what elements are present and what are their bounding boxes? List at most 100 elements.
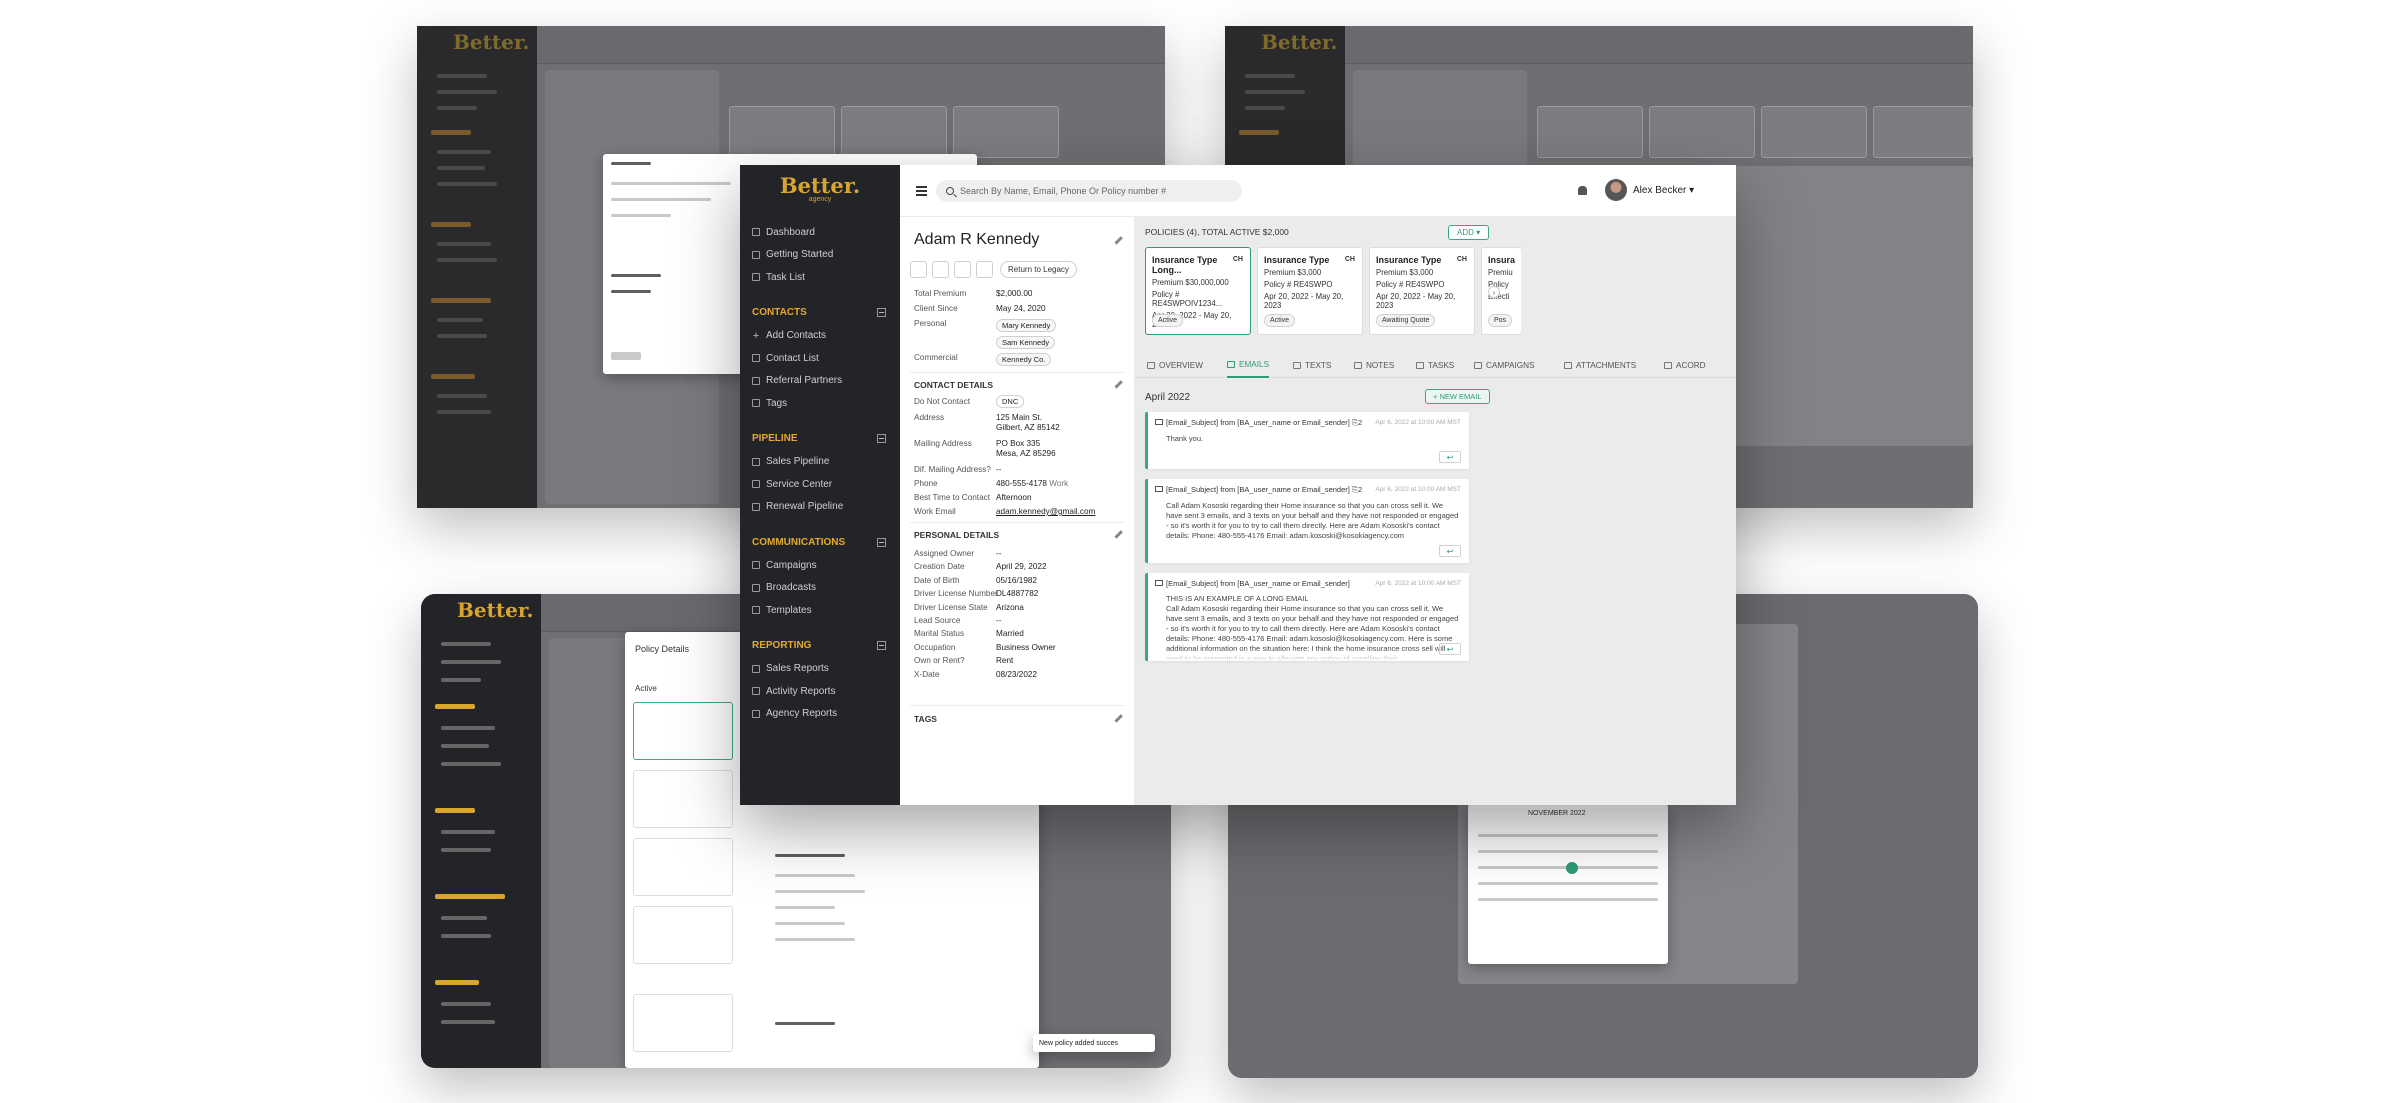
personal-pill[interactable]: Sam Kennedy: [996, 336, 1056, 349]
personal-detail-label: Driver License Number: [914, 589, 998, 599]
divider: [910, 372, 1124, 373]
notes-icon: [1354, 361, 1362, 369]
tab-acord[interactable]: ACORD: [1664, 352, 1706, 378]
contact-panel: Adam R Kennedy Return to Legacy Total Pr…: [900, 217, 1135, 805]
search-input[interactable]: Search By Name, Email, Phone Or Policy n…: [936, 180, 1242, 202]
check-button[interactable]: [976, 261, 993, 278]
edit-icon[interactable]: [1114, 236, 1123, 245]
sidebar-section-communications[interactable]: COMMUNICATIONS: [740, 530, 900, 554]
sidebar-item-getting-started[interactable]: Getting Started: [740, 244, 900, 267]
sidebar-item-dashboard[interactable]: Dashboard: [740, 221, 900, 244]
tags-title: TAGS: [914, 714, 937, 724]
avatar[interactable]: [1605, 179, 1627, 201]
month-heading: April 2022: [1145, 392, 1191, 403]
report-icon: [752, 687, 760, 696]
sidebar-section-contacts[interactable]: CONTACTS: [740, 301, 900, 325]
add-policy-button[interactable]: ADD ▾: [1448, 225, 1490, 240]
sidebar-section-reporting[interactable]: REPORTING: [740, 634, 900, 658]
personal-detail-label: Date of Birth: [914, 575, 960, 585]
edit-icon[interactable]: [1114, 380, 1123, 389]
policy-card[interactable]: Insurance Type CH Premium $3,000 Policy #…: [1369, 247, 1475, 335]
top-bar: Search By Name, Email, Phone Or Policy n…: [900, 165, 1736, 217]
collapse-icon[interactable]: [877, 641, 886, 650]
tab-campaigns[interactable]: CAMPAIGNS: [1474, 352, 1535, 378]
email-button[interactable]: [910, 261, 927, 278]
bell-icon[interactable]: [1578, 186, 1587, 195]
collapse-icon[interactable]: [877, 434, 886, 443]
edit-icon[interactable]: [1114, 530, 1123, 539]
sidebar-item-templates[interactable]: Templates: [740, 599, 900, 622]
sidebar-item-sales-reports[interactable]: Sales Reports: [740, 658, 900, 681]
logo[interactable]: Better. agency: [740, 165, 900, 203]
sidebar-section-pipeline[interactable]: PIPELINE: [740, 427, 900, 451]
personal-detail-label: Own or Rent?: [914, 656, 965, 666]
envelope-icon: [1155, 580, 1163, 586]
message-button[interactable]: [932, 261, 949, 278]
personal-detail-value: Married: [996, 629, 1024, 639]
tag-icon: [752, 399, 760, 408]
return-to-legacy-button[interactable]: Return to Legacy: [1000, 261, 1077, 278]
mailing-label: Mailing Address: [914, 439, 972, 448]
contact-name: Adam R Kennedy: [914, 231, 1040, 248]
tab-overview[interactable]: OVERVIEW: [1147, 352, 1203, 378]
reply-button[interactable]: ↩: [1439, 545, 1461, 557]
divider: [910, 705, 1124, 706]
personal-detail-value: April 29, 2022: [996, 562, 1047, 572]
tab-tasks[interactable]: TASKS: [1416, 352, 1454, 378]
chevron-right-icon[interactable]: ›: [1488, 286, 1500, 298]
tab-notes[interactable]: NOTES: [1354, 352, 1394, 378]
contact-list-icon: [752, 354, 760, 363]
sidebar-item-tags[interactable]: Tags: [740, 392, 900, 415]
tab-attachments[interactable]: ATTACHMENTS: [1564, 352, 1636, 378]
work-email-link[interactable]: adam.kennedy@gmail.com: [996, 507, 1095, 516]
edit-icon[interactable]: [1114, 714, 1123, 723]
tab-texts[interactable]: TEXTS: [1293, 352, 1331, 378]
sidebar-item-sales-pipeline[interactable]: Sales Pipeline: [740, 451, 900, 474]
reply-button[interactable]: ↩: [1439, 643, 1461, 655]
service-icon: [752, 480, 760, 489]
do-not-contact-label: Do Not Contact: [914, 397, 970, 406]
broadcast-icon: [752, 583, 760, 592]
work-email-label: Work Email: [914, 507, 956, 516]
commercial-pill[interactable]: Kennedy Co.: [996, 353, 1052, 366]
phone-value[interactable]: 480-555-4178 Work: [996, 479, 1068, 488]
divider: [910, 522, 1124, 523]
tab-emails[interactable]: EMAILS: [1227, 352, 1270, 378]
campaign-icon: [1474, 361, 1482, 369]
reply-button[interactable]: ↩: [1439, 451, 1461, 463]
sidebar-item-renewal-pipeline[interactable]: Renewal Pipeline: [740, 496, 900, 519]
sidebar-item-referral-partners[interactable]: Referral Partners: [740, 370, 900, 393]
policy-card[interactable]: Insurance Type Long... CH Premium $30,000…: [1145, 247, 1251, 335]
toast-message: New policy added succes: [1039, 1039, 1118, 1047]
personal-detail-label: Driver License State: [914, 602, 988, 612]
sidebar-item-service-center[interactable]: Service Center: [740, 473, 900, 496]
menu-icon[interactable]: [916, 186, 927, 198]
policy-card[interactable]: Insurance Type CH Premium $3,000 Policy #…: [1257, 247, 1363, 335]
email-item[interactable]: [Email_Subject] from [BA_user_name or Em…: [1145, 412, 1469, 469]
collapse-icon[interactable]: [877, 537, 886, 547]
sidebar-item-broadcasts[interactable]: Broadcasts: [740, 577, 900, 600]
sidebar-item-task-list[interactable]: Task List: [740, 266, 900, 289]
text-icon: [1293, 361, 1301, 369]
dif-mailing-label: Dif. Mailing Address?: [914, 465, 991, 474]
mailing-line2: Mesa, AZ 85296: [996, 449, 1056, 458]
personal-detail-label: Lead Source: [914, 616, 961, 625]
sidebar-item-activity-reports[interactable]: Activity Reports: [740, 680, 900, 703]
sidebar-item-campaigns[interactable]: Campaigns: [740, 554, 900, 577]
envelope-icon: [1155, 419, 1163, 425]
new-email-button[interactable]: + NEW EMAIL: [1425, 389, 1490, 404]
policy-card[interactable]: Insura Premiu Policy Effecti Pos: [1481, 247, 1521, 335]
user-menu[interactable]: Alex Becker ▾: [1633, 185, 1694, 196]
collapse-icon[interactable]: [877, 308, 886, 317]
personal-label: Personal: [914, 319, 947, 328]
email-item[interactable]: [Email_Subject] from [BA_user_name or Em…: [1145, 573, 1469, 661]
personal-pill[interactable]: Mary Kennedy: [996, 319, 1057, 332]
dnc-badge[interactable]: DNC: [996, 395, 1025, 408]
pipeline-icon: [752, 457, 760, 466]
attachment-icon: [1564, 361, 1572, 369]
sidebar-item-contact-list[interactable]: Contact List: [740, 347, 900, 370]
notes-button[interactable]: [954, 261, 971, 278]
email-item[interactable]: [Email_Subject] from [BA_user_name or Em…: [1145, 479, 1469, 563]
sidebar-item-add-contacts[interactable]: + Add Contacts: [740, 325, 900, 348]
sidebar-item-agency-reports[interactable]: Agency Reports: [740, 703, 900, 726]
